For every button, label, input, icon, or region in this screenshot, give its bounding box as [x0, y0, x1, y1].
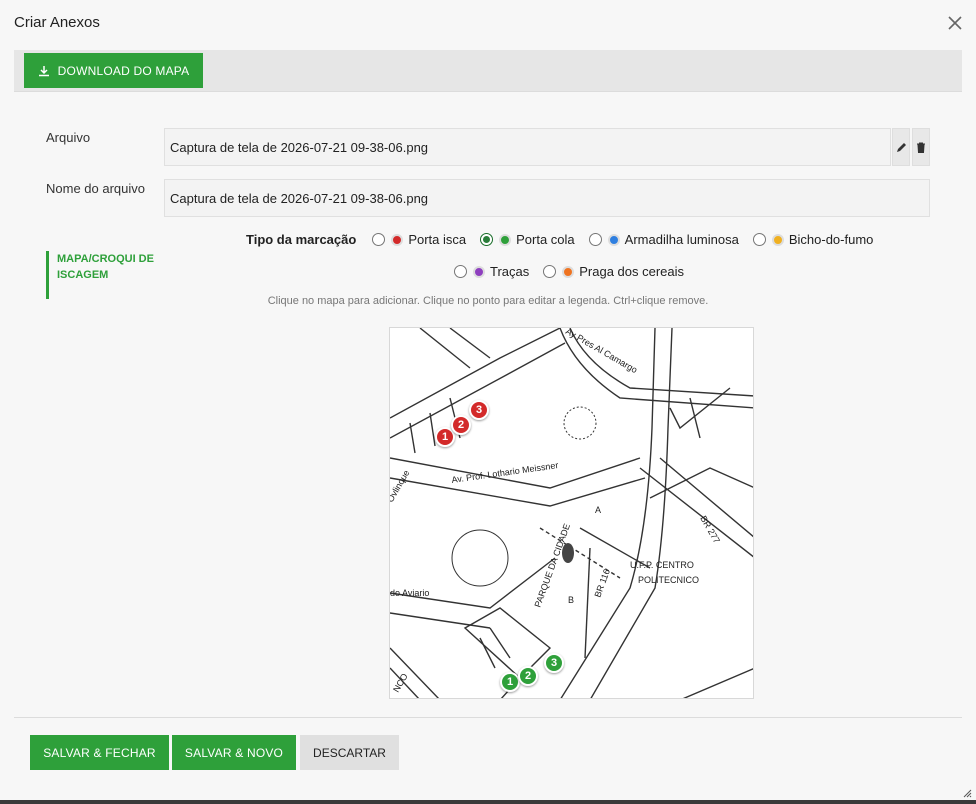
toolbar: DOWNLOAD DO MAPA — [14, 50, 962, 92]
trash-icon — [917, 142, 925, 153]
file-value: Captura de tela de 2026-07-21 09-38-06.p… — [170, 139, 429, 155]
file-field[interactable]: Captura de tela de 2026-07-21 09-38-06.p… — [164, 128, 891, 166]
armadilha-luminosa-dot — [607, 233, 620, 246]
radio-praga-dos-cereais[interactable]: Praga dos cereais — [543, 264, 684, 279]
close-icon[interactable] — [946, 14, 964, 32]
download-map-button[interactable]: DOWNLOAD DO MAPA — [24, 53, 203, 88]
street-label: BR 116 — [592, 568, 611, 599]
bottom-strip — [0, 800, 976, 804]
footer-divider — [14, 717, 962, 718]
street-label: A — [595, 505, 601, 515]
tracas-dot — [473, 265, 485, 278]
radio-tracas[interactable]: Traças — [454, 264, 529, 279]
street-label: do Aviario — [390, 588, 429, 598]
street-label: B — [568, 595, 574, 605]
name-value: Captura de tela de 2026-07-21 09-38-06.p… — [170, 190, 429, 206]
bicho-do-fumo-dot — [771, 233, 784, 246]
discard-button[interactable]: DESCARTAR — [300, 735, 399, 770]
radio-porta-isca[interactable]: Porta isca — [372, 232, 466, 247]
dialog-title: Criar Anexos — [14, 14, 100, 31]
map-marker-red[interactable]: 2 — [451, 415, 471, 435]
marking-type-label: Tipo da marcação — [246, 232, 357, 247]
marking-type-row-1: Tipo da marcação Porta isca Porta cola A… — [246, 232, 873, 247]
map-marker-green[interactable]: 2 — [518, 666, 538, 686]
delete-file-button[interactable] — [912, 128, 930, 166]
side-tab-map[interactable]: MAPA/CROQUI DE ISCAGEM — [46, 251, 166, 299]
save-close-button[interactable]: SALVAR & FECHAR — [30, 735, 169, 770]
download-label: DOWNLOAD DO MAPA — [57, 63, 190, 78]
edit-file-button[interactable] — [892, 128, 910, 166]
resize-handle-icon[interactable] — [962, 785, 972, 798]
porta-cola-dot — [499, 233, 512, 246]
download-icon — [38, 65, 49, 76]
name-label: Nome do arquivo — [46, 181, 145, 196]
map-hint: Clique no mapa para adicionar. Clique no… — [267, 295, 709, 307]
porta-isca-dot — [391, 233, 404, 246]
name-field[interactable]: Captura de tela de 2026-07-21 09-38-06.p… — [164, 179, 930, 217]
map-marker-red[interactable]: 3 — [469, 400, 489, 420]
street-label: U.F.P. CENTRO — [630, 560, 694, 570]
marking-type-row-2: Traças Praga dos cereais — [454, 264, 684, 279]
street-label: POLITECNICO — [638, 575, 699, 585]
street-label: Av. Prof. Lothario Meissner — [451, 460, 559, 485]
create-attachments-dialog: Criar Anexos DOWNLOAD DO MAPA Arquivo Ca… — [0, 0, 976, 800]
pencil-icon — [896, 142, 906, 152]
praga-dos-cereais-dot — [562, 265, 575, 278]
radio-porta-cola[interactable]: Porta cola — [480, 232, 575, 247]
street-label: Ovlinque — [390, 468, 411, 504]
radio-bicho-do-fumo[interactable]: Bicho-do-fumo — [752, 232, 873, 247]
map-marker-green[interactable]: 3 — [544, 653, 564, 673]
map-canvas[interactable]: Av. Prof. Lothario Meissner U.F.P. CENTR… — [389, 327, 754, 699]
map-marker-green[interactable]: 1 — [500, 672, 520, 692]
file-label: Arquivo — [46, 130, 91, 145]
save-new-button[interactable]: SALVAR & NOVO — [172, 735, 296, 770]
street-label: NCO — [391, 672, 410, 694]
radio-armadilha-luminosa[interactable]: Armadilha luminosa — [588, 232, 739, 247]
map-drawing: Av. Prof. Lothario Meissner U.F.P. CENTR… — [390, 328, 753, 698]
